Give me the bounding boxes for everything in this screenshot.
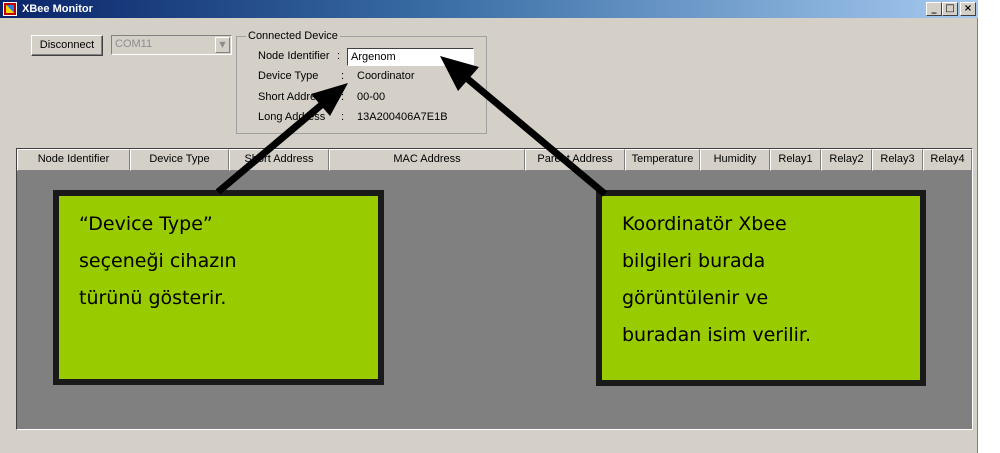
column-header-parent-address[interactable]: Parent Address bbox=[525, 149, 625, 171]
callout-line: “Device Type” bbox=[79, 213, 213, 235]
minimize-button[interactable]: _ bbox=[926, 2, 942, 16]
short-address-value: 00-00 bbox=[357, 91, 386, 103]
column-header-relay2[interactable]: Relay2 bbox=[821, 149, 872, 171]
column-header-mac-address[interactable]: MAC Address bbox=[329, 149, 525, 171]
callout-line: türünü gösterir. bbox=[79, 287, 227, 309]
node-identifier-input[interactable] bbox=[347, 48, 474, 66]
device-type-value: Coordinator bbox=[357, 70, 415, 82]
column-header-temperature[interactable]: Temperature bbox=[625, 149, 700, 171]
device-type-label: Device Type bbox=[258, 70, 319, 82]
callout-line: görüntülenir ve bbox=[622, 287, 769, 309]
short-address-label: Short Address bbox=[258, 91, 328, 103]
window-controls: _ □ × bbox=[926, 2, 976, 16]
node-identifier-label: Node Identifier bbox=[258, 50, 330, 62]
callout-line: seçeneği cihazın bbox=[79, 250, 237, 272]
column-header-node-identifier[interactable]: Node Identifier bbox=[17, 149, 130, 171]
window-title: XBee Monitor bbox=[22, 3, 93, 15]
disconnect-button[interactable]: Disconnect bbox=[31, 35, 103, 56]
port-select[interactable]: COM11 ▼ bbox=[111, 35, 232, 55]
chevron-down-icon[interactable]: ▼ bbox=[215, 37, 230, 53]
title-bar[interactable]: XBee Monitor _ □ × bbox=[0, 0, 978, 18]
long-address-separator: : bbox=[341, 111, 345, 123]
device-type-separator: : bbox=[341, 70, 345, 82]
callout-line: bilgileri burada bbox=[622, 250, 766, 272]
short-address-separator: : bbox=[341, 91, 345, 103]
column-header-device-type[interactable]: Device Type bbox=[130, 149, 229, 171]
callout-line: Koordinatör Xbee bbox=[622, 213, 787, 235]
connected-device-legend: Connected Device bbox=[246, 30, 340, 42]
maximize-button[interactable]: □ bbox=[942, 2, 958, 16]
long-address-label: Long Address bbox=[258, 111, 326, 123]
long-address-value: 13A200406A7E1B bbox=[357, 111, 448, 123]
app-icon bbox=[3, 2, 17, 16]
column-header-short-address[interactable]: Short Address bbox=[229, 149, 329, 171]
device-type-callout: “Device Type” seçeneği cihazın türünü gö… bbox=[53, 190, 384, 385]
node-identifier-separator: : bbox=[337, 50, 341, 62]
close-button[interactable]: × bbox=[960, 2, 976, 16]
device-list-header: Node Identifier Device Type Short Addres… bbox=[17, 149, 972, 171]
column-header-relay4[interactable]: Relay4 bbox=[923, 149, 972, 171]
column-header-relay1[interactable]: Relay1 bbox=[770, 149, 821, 171]
callout-line: buradan isim verilir. bbox=[622, 324, 812, 346]
port-value: COM11 bbox=[115, 38, 153, 50]
column-header-relay3[interactable]: Relay3 bbox=[872, 149, 923, 171]
column-header-humidity[interactable]: Humidity bbox=[700, 149, 770, 171]
coordinator-callout: Koordinatör Xbee bilgileri burada görünt… bbox=[596, 190, 926, 386]
